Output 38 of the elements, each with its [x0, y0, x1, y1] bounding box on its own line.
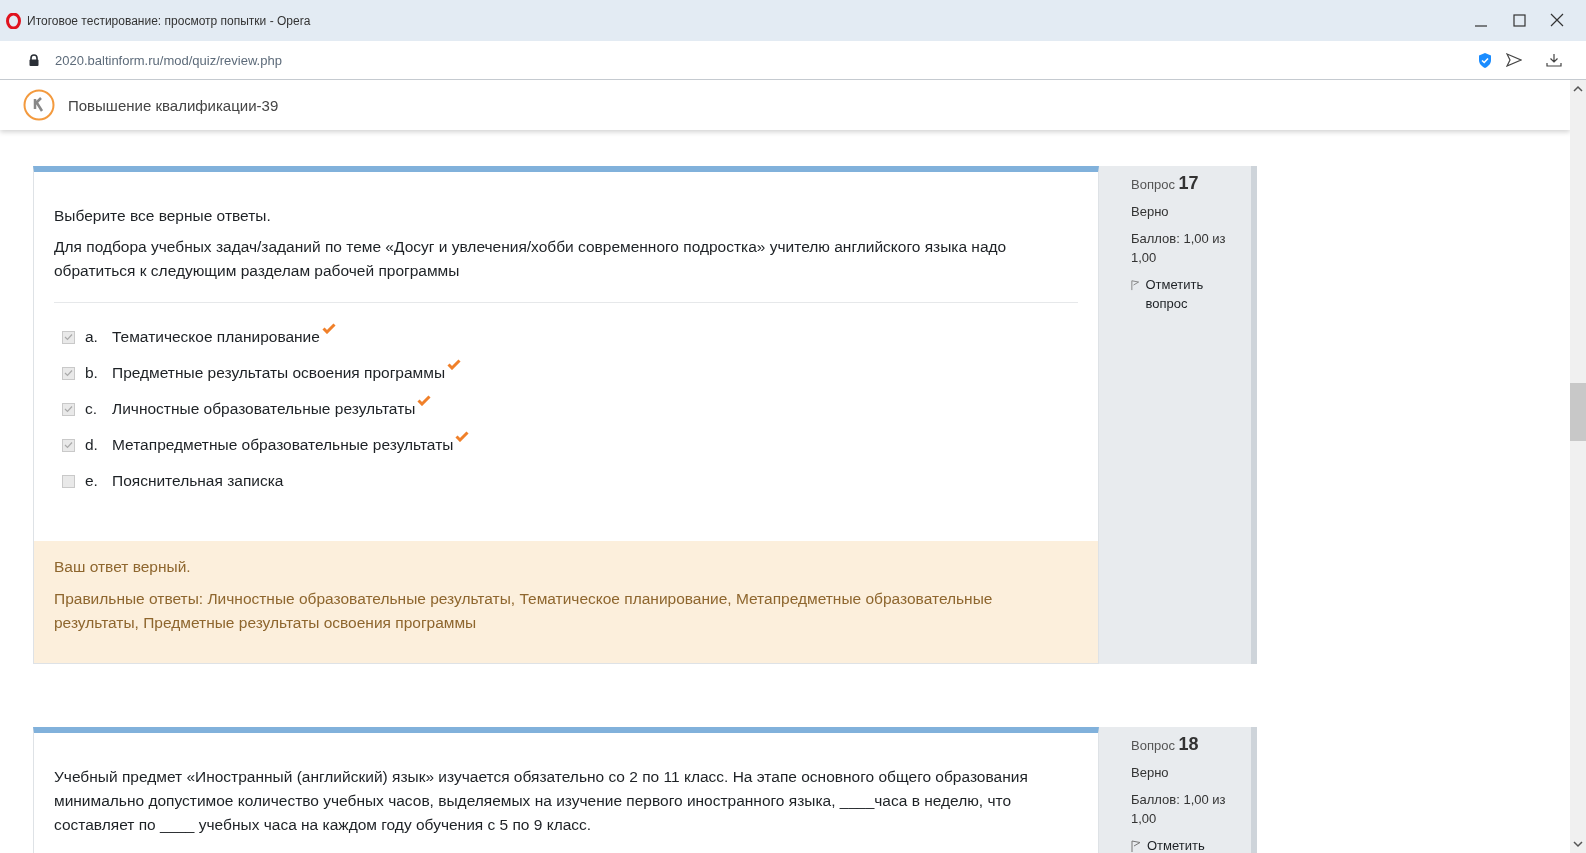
feedback-result: Ваш ответ верный.	[54, 557, 192, 577]
scrollbar[interactable]	[1570, 80, 1586, 853]
answer-letter: c.	[85, 399, 99, 419]
question-number: Вопрос 17	[1131, 174, 1200, 194]
send-icon[interactable]	[1506, 53, 1522, 67]
scroll-up-icon[interactable]	[1573, 84, 1583, 94]
question-number: Вопрос 18	[1131, 735, 1200, 755]
question-grade: Баллов: 1,00 из 1,00	[1131, 791, 1227, 828]
flag-icon[interactable]	[1131, 279, 1140, 291]
window-title: Итоговое тестирование: просмотр попытки - Opera	[27, 13, 312, 28]
question-grade: Баллов: 1,00 из 1,00	[1131, 230, 1227, 267]
shield-check-icon[interactable]	[1478, 52, 1492, 68]
flag-question-link[interactable]: Отметить вопрос	[1145, 275, 1233, 313]
answer-text: Тематическое планирование	[112, 327, 320, 347]
flag-icon[interactable]	[1131, 840, 1141, 852]
opera-logo-icon	[6, 12, 21, 29]
question-instruction: Выберите все верные ответы.	[54, 206, 272, 226]
correct-answers-text: Правильные ответы: Личностные образовательные результаты, Тематическое планирование, Метапредметные образовательные результаты, Предметные результаты освоения программы	[54, 589, 994, 633]
answer-letter: a.	[85, 327, 99, 347]
site-name[interactable]: Повышение квалификации-39	[68, 96, 279, 114]
scroll-thumb[interactable]	[1570, 382, 1586, 441]
answer-text: Пояснительная записка	[112, 471, 284, 491]
answer-text: Метапредметные образовательные результаты	[112, 435, 454, 455]
answer-letter: d.	[85, 435, 99, 455]
logo-icon[interactable]	[23, 89, 55, 121]
question-text: Для подбора учебных задач/заданий по теме «Досуг и увлечения/хобби современного подростка» учителю английского языка надо обратиться к следующим разделам рабочей программы	[54, 237, 1008, 281]
scroll-down-icon[interactable]	[1573, 839, 1583, 849]
download-icon[interactable]	[1546, 53, 1562, 67]
answer-text: Предметные результаты освоения программы	[112, 363, 446, 383]
question-status: Верно	[1131, 203, 1170, 221]
lock-icon	[29, 54, 39, 66]
answer-letter: b.	[85, 363, 99, 383]
flag-question-link[interactable]: Отметить	[1147, 836, 1205, 853]
question-text: Учебный предмет «Иностранный (английский) язык» изучается обязательно со 2 по 11 класс. На этапе основного общего образования минимально допустимое количество учебных часов, выделяемых на изучение первого иностранного языка, ____часа в неделю, что составляет по ____ учебных часа на каждом году обучения с 5 по 9 класс.	[54, 767, 1029, 835]
question-status: Верно	[1131, 764, 1170, 782]
answer-text: Личностные образовательные результаты	[112, 399, 416, 419]
answer-letter: e.	[85, 471, 99, 491]
url-field[interactable]: 2020.baltinform.ru/mod/quiz/review.php	[55, 52, 1478, 68]
